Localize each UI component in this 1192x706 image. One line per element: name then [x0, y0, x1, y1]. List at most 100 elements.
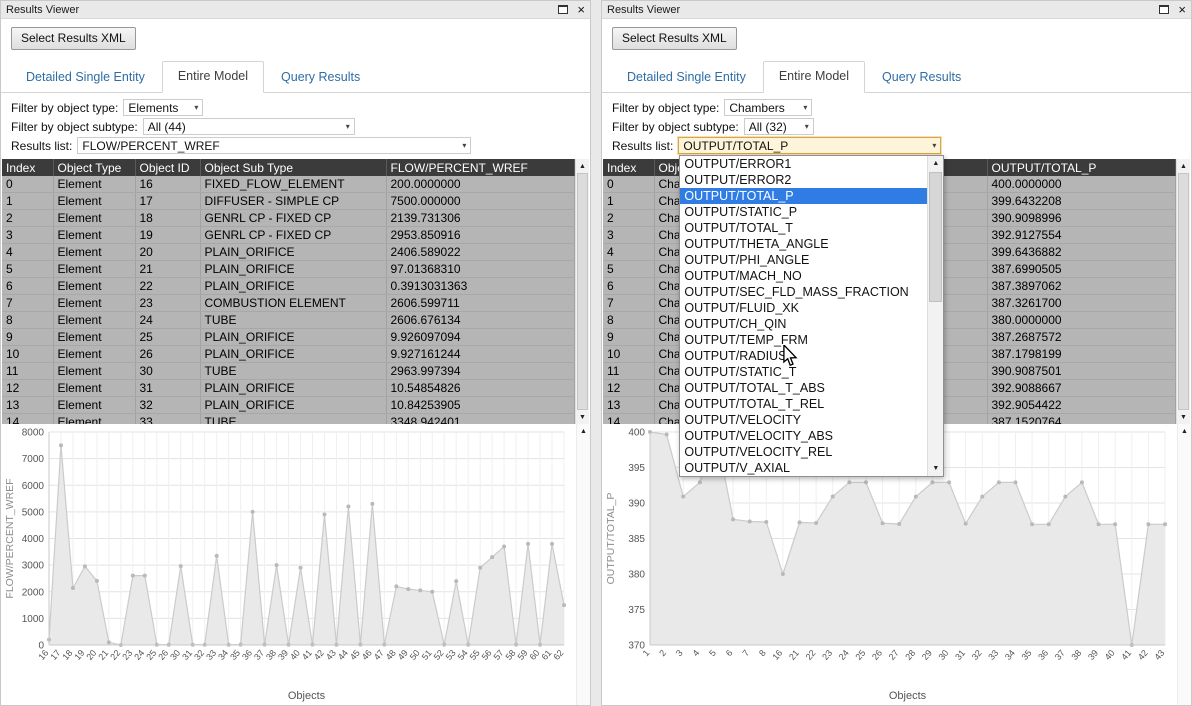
results-list-select[interactable]: FLOW/PERCENT_WREF ▾: [77, 137, 471, 154]
dropdown-option[interactable]: OUTPUT/PHI_ANGLE: [680, 252, 927, 268]
table-row[interactable]: 10Element26PLAIN_ORIFICE9.927161244: [2, 346, 575, 363]
table-cell: 2: [2, 210, 53, 227]
table-cell: 392.9054422: [987, 397, 1176, 414]
dropdown-option[interactable]: OUTPUT/ERROR2: [680, 172, 927, 188]
table-row[interactable]: 0Element16FIXED_FLOW_ELEMENT200.0000000: [2, 176, 575, 193]
scroll-up-icon[interactable]: ▲: [928, 156, 943, 171]
object-subtype-select[interactable]: All (44) ▾: [143, 118, 355, 135]
scroll-down-icon[interactable]: ▼: [576, 410, 589, 424]
chart-scrollbar[interactable]: ▲: [576, 424, 590, 705]
tab-entire-model[interactable]: Entire Model: [162, 61, 264, 93]
dropdown-option[interactable]: OUTPUT/TOTAL_T: [680, 220, 927, 236]
scroll-up-icon[interactable]: ▲: [576, 159, 589, 173]
dropdown-option[interactable]: OUTPUT/V_AXIAL: [680, 460, 927, 476]
scroll-down-icon[interactable]: ▼: [928, 461, 943, 476]
dropdown-option[interactable]: OUTPUT/VELOCITY_REL: [680, 444, 927, 460]
table-row[interactable]: 2Element18GENRL CP - FIXED CP2139.731306: [2, 210, 575, 227]
scrollbar-thumb[interactable]: [1178, 173, 1189, 410]
table-row[interactable]: 5Element21PLAIN_ORIFICE97.01368310: [2, 261, 575, 278]
dropdown-option[interactable]: OUTPUT/STATIC_P: [680, 204, 927, 220]
dropdown-option[interactable]: OUTPUT/ERROR1: [680, 156, 927, 172]
scroll-down-icon[interactable]: ▼: [1177, 410, 1190, 424]
workspace: Results Viewer × Select Results XML Deta…: [0, 0, 1192, 706]
table-cell: 4: [603, 244, 654, 261]
table-row[interactable]: 8Element24TUBE2606.676134: [2, 312, 575, 329]
select-results-xml-button[interactable]: Select Results XML: [612, 27, 737, 50]
scrollbar-thumb[interactable]: [929, 172, 942, 302]
table-cell: 11: [603, 363, 654, 380]
table-row[interactable]: 12Element31PLAIN_ORIFICE10.54854826: [2, 380, 575, 397]
scroll-up-icon[interactable]: ▲: [577, 424, 590, 438]
table-row[interactable]: 7Element23COMBUSTION ELEMENT2606.599711: [2, 295, 575, 312]
column-header[interactable]: Index: [2, 159, 53, 176]
dropdown-option[interactable]: OUTPUT/STATIC_T: [680, 364, 927, 380]
table-cell: 12: [603, 380, 654, 397]
table-row[interactable]: 6Element22PLAIN_ORIFICE0.3913031363: [2, 278, 575, 295]
column-header[interactable]: Object ID: [135, 159, 200, 176]
column-header[interactable]: Object Sub Type: [200, 159, 386, 176]
object-subtype-select[interactable]: All (32) ▾: [744, 118, 814, 135]
table-cell: PLAIN_ORIFICE: [200, 278, 386, 295]
table-cell: 23: [135, 295, 200, 312]
dropdown-option[interactable]: OUTPUT/VELOCITY: [680, 412, 927, 428]
table-cell: TUBE: [200, 363, 386, 380]
svg-text:3: 3: [674, 648, 685, 658]
object-type-select[interactable]: Chambers ▾: [724, 99, 812, 116]
dropdown-option[interactable]: OUTPUT/TOTAL_T_REL: [680, 396, 927, 412]
dropdown-option[interactable]: OUTPUT/FLUID_XK: [680, 300, 927, 316]
results-chart: 0100020003000400050006000700080001617181…: [1, 424, 576, 705]
tab-detailed-single-entity[interactable]: Detailed Single Entity: [11, 63, 160, 93]
object-type-select[interactable]: Elements ▾: [123, 99, 203, 116]
select-results-xml-button[interactable]: Select Results XML: [11, 27, 136, 50]
dropdown-option[interactable]: OUTPUT/TOTAL_T_ABS: [680, 380, 927, 396]
table-cell: 13: [2, 397, 53, 414]
table-cell: 3348.942401: [386, 414, 575, 425]
table-row[interactable]: 1Element17DIFFUSER - SIMPLE CP7500.00000…: [2, 193, 575, 210]
dropdown-option[interactable]: OUTPUT/VELOCITY_ABS: [680, 428, 927, 444]
tab-detailed-single-entity[interactable]: Detailed Single Entity: [612, 63, 761, 93]
close-icon[interactable]: ×: [1178, 4, 1186, 15]
table-scrollbar[interactable]: ▲ ▼: [1176, 159, 1190, 424]
dropdown-option[interactable]: OUTPUT/CH_QIN: [680, 316, 927, 332]
chart-scrollbar[interactable]: ▲: [1177, 424, 1191, 705]
panel-titlebar[interactable]: Results Viewer ×: [602, 1, 1191, 19]
table-cell: 11: [2, 363, 53, 380]
table-cell: Element: [53, 363, 135, 380]
chevron-down-icon: ▾: [340, 122, 350, 131]
dropdown-option[interactable]: OUTPUT/MACH_NO: [680, 268, 927, 284]
dropdown-option[interactable]: OUTPUT/SEC_FLD_MASS_FRACTION: [680, 284, 927, 300]
table-cell: 387.1798199: [987, 346, 1176, 363]
column-header[interactable]: Object Type: [53, 159, 135, 176]
scrollbar-thumb[interactable]: [577, 173, 588, 410]
float-window-icon[interactable]: [558, 5, 568, 14]
table-row[interactable]: 9Element25PLAIN_ORIFICE9.926097094: [2, 329, 575, 346]
scroll-up-icon[interactable]: ▲: [1177, 159, 1190, 173]
table-cell: GENRL CP - FIXED CP: [200, 227, 386, 244]
tab-query-results[interactable]: Query Results: [867, 63, 976, 93]
dropdown-option[interactable]: OUTPUT/RADIUS: [680, 348, 927, 364]
results-list-select[interactable]: OUTPUT/TOTAL_P ▾: [678, 137, 941, 154]
table-cell: 6: [603, 278, 654, 295]
tab-query-results[interactable]: Query Results: [266, 63, 375, 93]
dropdown-option[interactable]: OUTPUT/TEMP_FRM: [680, 332, 927, 348]
tab-entire-model[interactable]: Entire Model: [763, 61, 865, 93]
column-header[interactable]: OUTPUT/TOTAL_P: [987, 159, 1176, 176]
table-row[interactable]: 4Element20PLAIN_ORIFICE2406.589022: [2, 244, 575, 261]
dropdown-option[interactable]: OUTPUT/TOTAL_P: [680, 188, 927, 204]
table-row[interactable]: 3Element19GENRL CP - FIXED CP2953.850916: [2, 227, 575, 244]
dropdown-option[interactable]: OUTPUT/THETA_ANGLE: [680, 236, 927, 252]
float-window-icon[interactable]: [1159, 5, 1169, 14]
close-icon[interactable]: ×: [577, 4, 585, 15]
svg-text:27: 27: [887, 648, 901, 662]
svg-text:1000: 1000: [22, 614, 45, 625]
column-header[interactable]: Index: [603, 159, 654, 176]
dropdown-scrollbar[interactable]: ▲ ▼: [927, 156, 943, 476]
table-row[interactable]: 13Element32PLAIN_ORIFICE10.84253905: [2, 397, 575, 414]
table-cell: 21: [135, 261, 200, 278]
scroll-up-icon[interactable]: ▲: [1178, 424, 1191, 438]
panel-titlebar[interactable]: Results Viewer ×: [1, 1, 590, 19]
column-header[interactable]: FLOW/PERCENT_WREF: [386, 159, 575, 176]
table-row[interactable]: 11Element30TUBE2963.997394: [2, 363, 575, 380]
table-row[interactable]: 14Element33TUBE3348.942401: [2, 414, 575, 425]
table-scrollbar[interactable]: ▲ ▼: [575, 159, 589, 424]
